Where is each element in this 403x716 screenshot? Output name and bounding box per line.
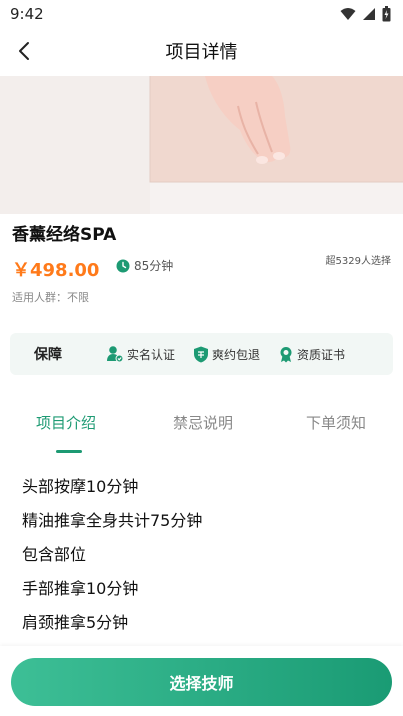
service-hero-image (0, 76, 403, 214)
clock-icon (116, 259, 130, 272)
audience-text: 适用人群：不限 (12, 291, 89, 304)
detail-tabs: 项目介绍 禁忌说明 下单须知 (0, 400, 403, 456)
back-arrow-icon[interactable] (14, 40, 36, 62)
guarantee-item-verified: 实名认证 (106, 345, 175, 363)
guarantee-item-certificate: 资质证书 (278, 346, 345, 363)
intro-content: 头部按摩10分钟 精油推拿全身共计75分钟 包含部位 手部推拿10分钟 肩颈推拿… (22, 470, 202, 640)
tab-order-notice[interactable]: 下单须知 (306, 412, 366, 433)
tab-project-intro[interactable]: 项目介绍 (36, 412, 96, 433)
guarantee-bar[interactable]: 保障 实名认证 爽约包退 资质证书 (10, 333, 393, 375)
active-tab-indicator (56, 450, 82, 453)
duration-text: 85分钟 (134, 259, 174, 273)
select-technician-button[interactable]: 选择技师 (11, 658, 392, 706)
massage-photo (0, 76, 403, 214)
guarantee-label-verified: 实名认证 (127, 347, 176, 362)
service-price: ￥498.00 (12, 260, 100, 281)
guarantee-item-refund: 爽约包退 (193, 346, 260, 363)
tab-contraindications[interactable]: 禁忌说明 (173, 412, 233, 433)
battery-icon (382, 6, 391, 22)
intro-line: 包含部位 (22, 545, 87, 564)
service-name: 香薰经络SPA (12, 225, 117, 245)
verified-user-icon (107, 346, 124, 363)
status-bar: 9:42 (0, 0, 403, 28)
status-time: 9:42 (10, 5, 44, 23)
guarantee-label-certificate: 资质证书 (297, 347, 346, 362)
sold-count: 超5329人选择 (325, 256, 391, 267)
intro-line: 肩颈推拿5分钟 (22, 613, 129, 632)
signal-icon (363, 8, 375, 20)
service-duration: 85分钟 (116, 257, 173, 274)
nav-bar: 项目详情 (0, 28, 403, 74)
refund-shield-icon (194, 346, 209, 362)
status-icons (340, 6, 391, 22)
page-title: 项目详情 (165, 42, 238, 63)
guarantee-label-refund: 爽约包退 (212, 347, 261, 362)
wifi-icon (340, 8, 356, 20)
guarantee-title: 保障 (34, 347, 62, 363)
intro-line: 头部按摩10分钟 (22, 477, 139, 496)
certificate-icon (280, 346, 292, 362)
bottom-action-bar: 选择技师 (0, 646, 403, 716)
intro-line: 手部推拿10分钟 (22, 579, 139, 598)
intro-line: 精油推拿全身共计75分钟 (22, 511, 203, 530)
